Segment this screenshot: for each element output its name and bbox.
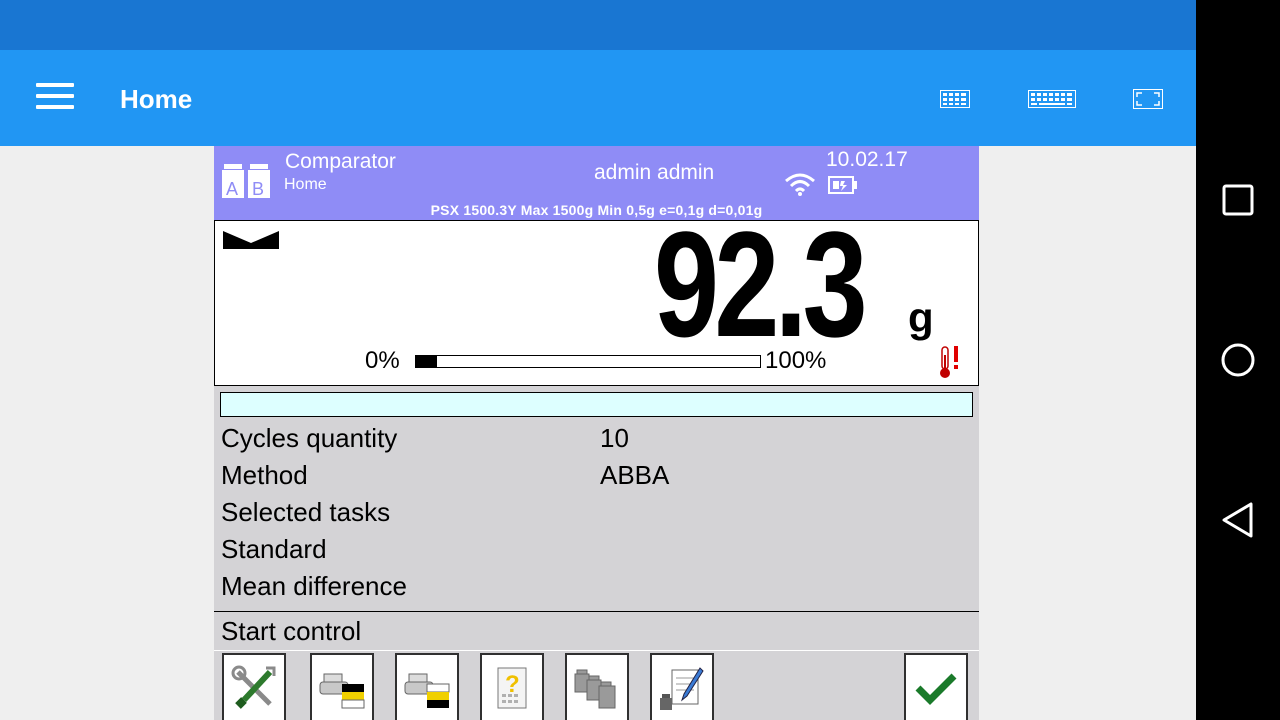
app-bar: Home xyxy=(0,50,1196,146)
bar-start-label: 0% xyxy=(365,347,400,374)
svg-text:A: A xyxy=(226,179,238,199)
recents-icon[interactable] xyxy=(1216,178,1260,222)
logged-user: admin admin xyxy=(594,161,715,184)
param-method[interactable]: Method ABBA xyxy=(214,457,979,494)
temperature-warning-icon xyxy=(940,346,958,378)
param-label: Cycles quantity xyxy=(221,423,398,453)
param-label: Selected tasks xyxy=(221,497,391,527)
message-bar xyxy=(220,392,973,417)
param-cycles-quantity[interactable]: Cycles quantity 10 xyxy=(214,420,979,457)
help-button[interactable]: ? xyxy=(480,653,544,720)
date-display: 10.02.17 xyxy=(826,148,908,171)
metrology-info: PSX 1500.3Y Max 1500g Min 0,5g e=0,1g d=… xyxy=(430,202,763,218)
back-icon[interactable] xyxy=(1216,498,1260,542)
param-standard[interactable]: Standard xyxy=(214,531,979,568)
weights-button[interactable] xyxy=(565,653,629,720)
print-footer-icon xyxy=(404,673,450,708)
svg-text:?: ? xyxy=(505,671,520,698)
param-label: Method xyxy=(221,460,308,490)
print-header-icon xyxy=(319,673,365,708)
svg-text:B: B xyxy=(252,179,264,199)
weight-value: 92.3 xyxy=(653,200,868,368)
fullscreen-icon[interactable] xyxy=(1133,89,1163,109)
param-label: Mean difference xyxy=(221,571,407,601)
weights-icon xyxy=(574,669,616,708)
confirm-button[interactable] xyxy=(904,653,968,720)
comparator-ab-icon: A B xyxy=(222,164,270,199)
param-selected-tasks[interactable]: Selected tasks xyxy=(214,494,979,531)
weight-display: 92.3 g 0% 100% xyxy=(214,209,979,386)
wifi-icon xyxy=(785,173,815,196)
bar-end-label: 100% xyxy=(765,347,827,374)
home-icon[interactable] xyxy=(1216,338,1260,382)
param-label: Standard xyxy=(221,534,327,564)
settings-tools-icon xyxy=(231,665,276,709)
mode-title: Comparator xyxy=(285,150,396,173)
stability-marker-icon xyxy=(223,231,279,249)
weight-edit-button[interactable] xyxy=(650,653,714,720)
param-value: ABBA xyxy=(600,460,670,490)
hamburger-menu-icon[interactable] xyxy=(36,83,76,113)
battery-charging-icon xyxy=(828,176,857,194)
settings-button[interactable] xyxy=(222,653,286,720)
status-bar xyxy=(0,0,1196,50)
app-title: Home xyxy=(120,84,193,114)
mode-subtitle: Home xyxy=(284,176,327,193)
load-bargraph-fill xyxy=(416,356,437,367)
balance-terminal: A B Comparator Home admin admin 10.02.17 xyxy=(214,146,979,720)
print-footer-button[interactable] xyxy=(395,653,459,720)
param-mean-difference[interactable]: Mean difference xyxy=(214,568,979,605)
terminal-header: A B Comparator Home admin admin 10.02.17 xyxy=(214,146,979,220)
print-header-button[interactable] xyxy=(310,653,374,720)
parameters-list: Cycles quantity 10 Method ABBA Selected … xyxy=(214,420,979,605)
android-nav-bar xyxy=(1196,0,1280,720)
help-icon: ? xyxy=(497,667,527,708)
start-control-label: Start control xyxy=(221,616,362,646)
weight-edit-icon xyxy=(660,666,704,710)
numeric-keypad-icon[interactable] xyxy=(940,90,970,108)
confirm-check-icon xyxy=(915,673,957,705)
weight-unit: g xyxy=(908,294,934,341)
start-control-button[interactable]: Start control xyxy=(214,611,979,651)
android-screen: Home A B Comparator Home admin admin 10.… xyxy=(0,0,1196,720)
param-value: 10 xyxy=(600,423,629,453)
keyboard-icon[interactable] xyxy=(1028,90,1076,108)
load-bargraph xyxy=(415,355,761,368)
